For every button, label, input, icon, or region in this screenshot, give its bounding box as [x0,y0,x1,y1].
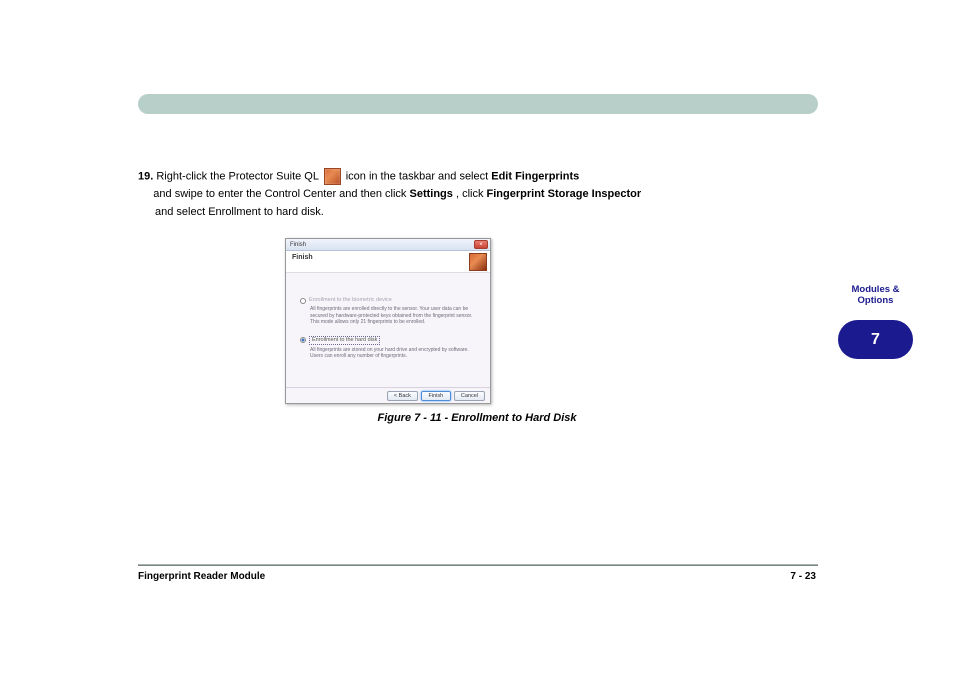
footer-right: 7 - 23 [790,571,816,582]
instruction-line-3: and select Enrollment to hard disk. [155,206,324,218]
fp-storage-text: Fingerprint Storage Inspector [487,188,642,200]
text-before-icon: Right-click the Protector Suite QL [156,170,318,182]
finish-dialog-screenshot: Finish × Finish Enrollment to the biomet… [285,238,491,404]
option-1-row: Enrollment to the biometric device [300,297,476,304]
line3-text: and select Enrollment to hard disk. [155,206,324,218]
settings-text: Settings [410,188,453,200]
step-number: 19. [138,170,153,182]
text-after-icon: icon in the taskbar and select [346,170,488,182]
figure-caption: Figure 7 - 11 - Enrollment to Hard Disk [0,412,954,424]
side-tab-label: Modules & Options [838,284,913,307]
protector-suite-icon [324,168,341,185]
footer-divider [138,564,818,566]
close-icon[interactable]: × [474,240,488,249]
finish-button[interactable]: Finish [421,391,451,401]
dialog-window-title: Finish [290,242,306,248]
chapter-tab: 7 [838,320,913,359]
back-button[interactable]: < Back [387,391,418,401]
radio-checked-icon[interactable] [300,337,306,343]
dialog-footer: < Back Finish Cancel [286,387,490,403]
option-1-desc: All fingerprints are enrolled directly t… [310,306,476,326]
instruction-line-2: and swipe to enter the Control Center an… [138,188,641,200]
section-header-bar [138,94,818,114]
radio-unchecked-icon[interactable] [300,298,306,304]
settings-tail: , click [456,188,484,200]
dialog-header-title: Finish [292,254,313,261]
line2-text: and swipe to enter the Control Center an… [138,188,406,200]
dialog-titlebar: Finish × [286,239,490,251]
footer-left: Fingerprint Reader Module [138,571,265,582]
option-2-row: Enrollment to the hard disk [300,336,476,345]
side-tab-line1: Modules & [851,284,899,295]
dialog-header: Finish [286,251,490,273]
instruction-line-1: 19. Right-click the Protector Suite QL i… [138,168,579,185]
option-1-label: Enrollment to the biometric device [309,297,392,304]
cancel-button[interactable]: Cancel [454,391,485,401]
dialog-body: Enrollment to the biometric device All f… [286,273,490,380]
protector-logo-icon [469,253,487,271]
option-2-desc: All fingerprints are stored on your hard… [310,347,476,360]
edit-fingerprints-text: Edit Fingerprints [491,170,579,182]
side-tab-line2: Options [858,295,894,306]
option-2-label: Enrollment to the hard disk [309,336,380,345]
